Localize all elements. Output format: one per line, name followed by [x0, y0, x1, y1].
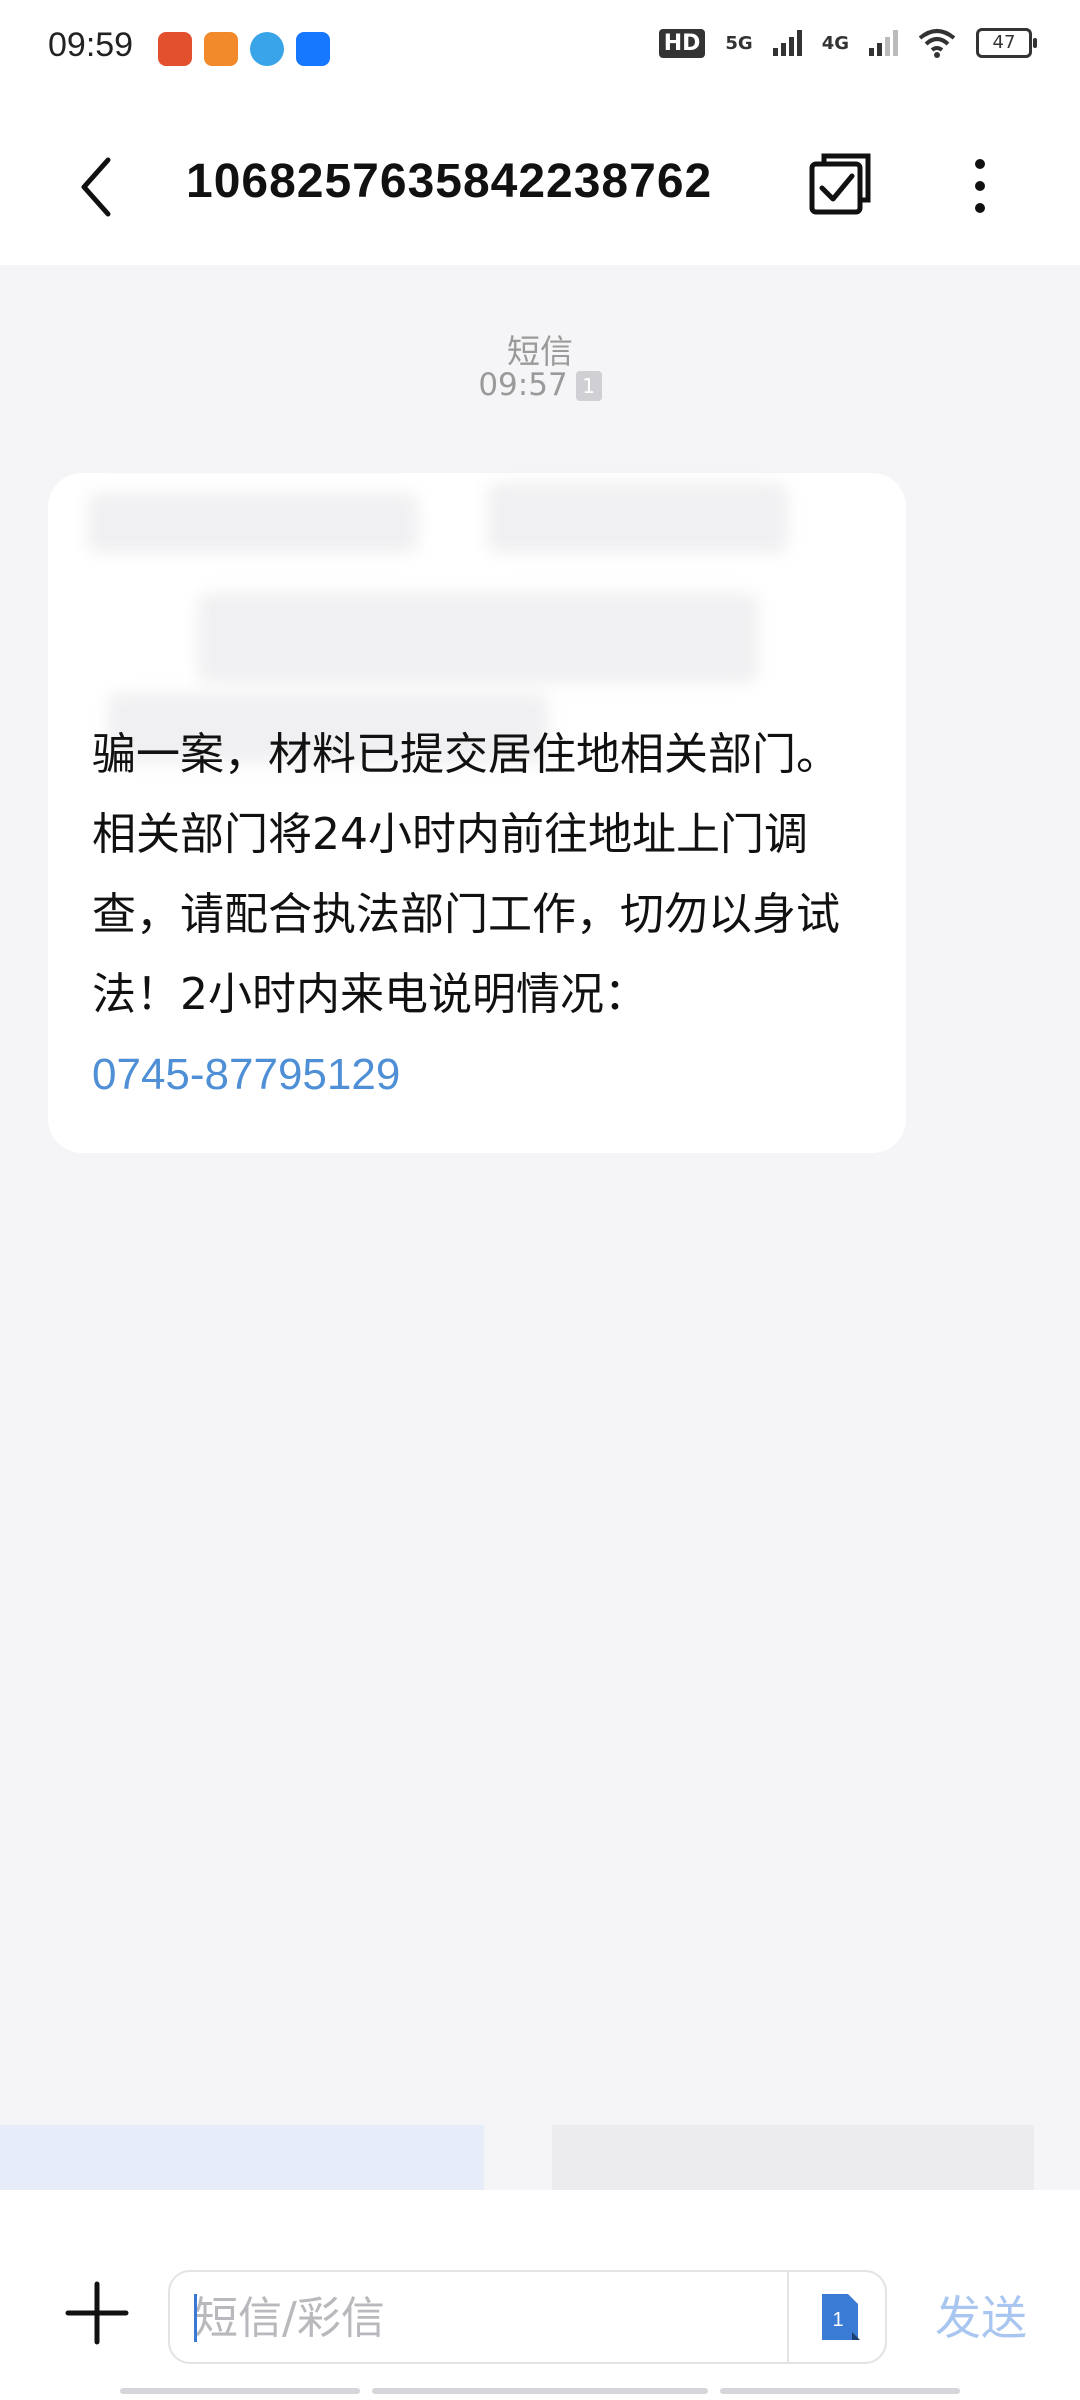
send-button[interactable]: 发送 — [935, 2282, 1027, 2348]
contact-title: 1068257635842238762 — [186, 155, 713, 208]
sim-card-icon[interactable]: 1 — [818, 2290, 862, 2344]
message-list[interactable]: 短信 09:57 1 骗一案，材料已提交居住地相关部门。相关部门将24小时内前往地… — [0, 265, 1080, 2125]
sim-badge: 1 — [575, 371, 602, 401]
message-text: 骗一案，材料已提交居住地相关部门。相关部门将24小时内前往地址上门调查，请配合执… — [92, 729, 840, 1020]
hd-voice-icon: HD — [658, 28, 706, 58]
message-input-box[interactable]: 1 — [168, 2270, 887, 2364]
message-timestamp: 09:57 1 — [0, 367, 1080, 403]
plus-icon[interactable] — [60, 2276, 134, 2350]
redacted-region — [488, 483, 788, 553]
battery-icon: 47 — [976, 28, 1037, 58]
message-bubble[interactable]: 骗一案，材料已提交居住地相关部门。相关部门将24小时内前往地址上门调查，请配合执… — [48, 473, 906, 1153]
multi-select-icon[interactable] — [808, 150, 874, 216]
notification-icons — [158, 32, 330, 66]
chevron-left-icon[interactable] — [70, 152, 130, 222]
phone-link[interactable]: 0745-87795129 — [92, 1050, 400, 1099]
ghost-suggestion — [552, 2125, 1034, 2191]
app-notification-icon — [204, 32, 238, 66]
status-time: 09:59 — [48, 26, 134, 64]
wifi-icon — [918, 29, 956, 58]
message-channel-label: 短信 — [507, 332, 573, 371]
more-vertical-icon[interactable] — [958, 156, 1002, 216]
ghost-suggestion — [0, 2125, 484, 2191]
signal-icon — [772, 30, 802, 56]
status-bar: 09:59 HD 5G 4G 47 — [0, 0, 1080, 100]
redacted-region — [88, 493, 418, 553]
message-time: 09:57 — [478, 367, 568, 403]
conversation-header: 1068257635842238762 — [0, 100, 1080, 265]
gesture-bar — [372, 2388, 708, 2394]
app-notification-icon — [250, 32, 284, 66]
message-input[interactable] — [192, 2272, 736, 2364]
message-body: 骗一案，材料已提交居住地相关部门。相关部门将24小时内前往地址上门调查，请配合执… — [92, 715, 870, 1115]
compose-bar: 1 发送 — [0, 2190, 1080, 2400]
app-notification-icon — [296, 32, 330, 66]
text-caret — [194, 2294, 197, 2342]
network-type-2: 4G — [821, 32, 849, 54]
signal-icon — [869, 30, 898, 56]
sim-card-label: 1 — [832, 2309, 843, 2331]
network-type-1: 5G — [725, 32, 753, 54]
divider — [787, 2272, 789, 2362]
redacted-region — [198, 593, 758, 683]
gesture-bar — [120, 2388, 360, 2394]
gesture-bar — [720, 2388, 960, 2394]
app-notification-icon — [158, 32, 192, 66]
